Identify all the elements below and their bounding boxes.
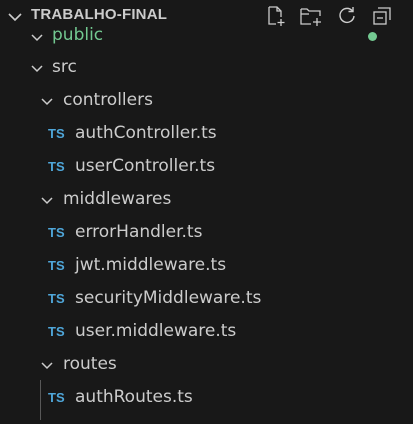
typescript-icon: TS bbox=[48, 390, 65, 405]
tree-file-usercontroller[interactable]: TS userController.ts bbox=[0, 151, 413, 184]
typescript-icon: TS bbox=[48, 126, 65, 141]
chevron-down-icon bbox=[41, 362, 53, 370]
tree-folder-middlewares[interactable]: middlewares bbox=[0, 184, 413, 217]
workspace-title[interactable]: TRABALHO-FINAL bbox=[31, 6, 167, 23]
indent-guide bbox=[40, 380, 41, 420]
tree-item-label: userController.ts bbox=[75, 156, 216, 176]
git-status-dot bbox=[368, 32, 377, 41]
tree-item-label: jwt.middleware.ts bbox=[75, 255, 227, 275]
tree-file-authroutes[interactable]: TS authRoutes.ts bbox=[0, 382, 413, 415]
chevron-down-icon bbox=[31, 65, 43, 73]
tree-folder-routes[interactable]: routes bbox=[0, 349, 413, 382]
tree-item-label: middlewares bbox=[63, 189, 172, 209]
tree-file-securitymiddleware[interactable]: TS securityMiddleware.ts bbox=[0, 283, 413, 316]
tree-item-label: src bbox=[52, 57, 77, 77]
tree-item-label: controllers bbox=[63, 90, 153, 110]
tree-file-user-middleware[interactable]: TS user.middleware.ts bbox=[0, 316, 413, 349]
chevron-down-icon bbox=[41, 197, 53, 205]
explorer-panel: TRABALHO-FINAL public src controllers TS… bbox=[0, 0, 413, 424]
chevron-down-icon bbox=[31, 34, 43, 42]
tree-item-label: errorHandler.ts bbox=[75, 222, 203, 242]
tree-item-label: routes bbox=[63, 354, 117, 374]
typescript-icon: TS bbox=[48, 324, 65, 339]
tree-item-label: public bbox=[52, 25, 104, 45]
tree-folder-public[interactable]: public bbox=[0, 22, 413, 55]
chevron-down-icon bbox=[41, 98, 53, 106]
tree-file-errorhandler[interactable]: TS errorHandler.ts bbox=[0, 217, 413, 250]
tree-folder-controllers[interactable]: controllers bbox=[0, 85, 413, 118]
tree-item-label: user.middleware.ts bbox=[75, 321, 237, 341]
typescript-icon: TS bbox=[48, 159, 65, 174]
tree-item-label: authController.ts bbox=[75, 123, 217, 143]
tree-item-label: securityMiddleware.ts bbox=[75, 288, 262, 308]
typescript-icon: TS bbox=[48, 258, 65, 273]
typescript-icon: TS bbox=[48, 225, 65, 240]
tree-folder-src[interactable]: src bbox=[0, 52, 413, 85]
tree-file-authcontroller[interactable]: TS authController.ts bbox=[0, 118, 413, 151]
tree-item-label: authRoutes.ts bbox=[75, 387, 193, 407]
typescript-icon: TS bbox=[48, 291, 65, 306]
tree-file-jwt-middleware[interactable]: TS jwt.middleware.ts bbox=[0, 250, 413, 283]
